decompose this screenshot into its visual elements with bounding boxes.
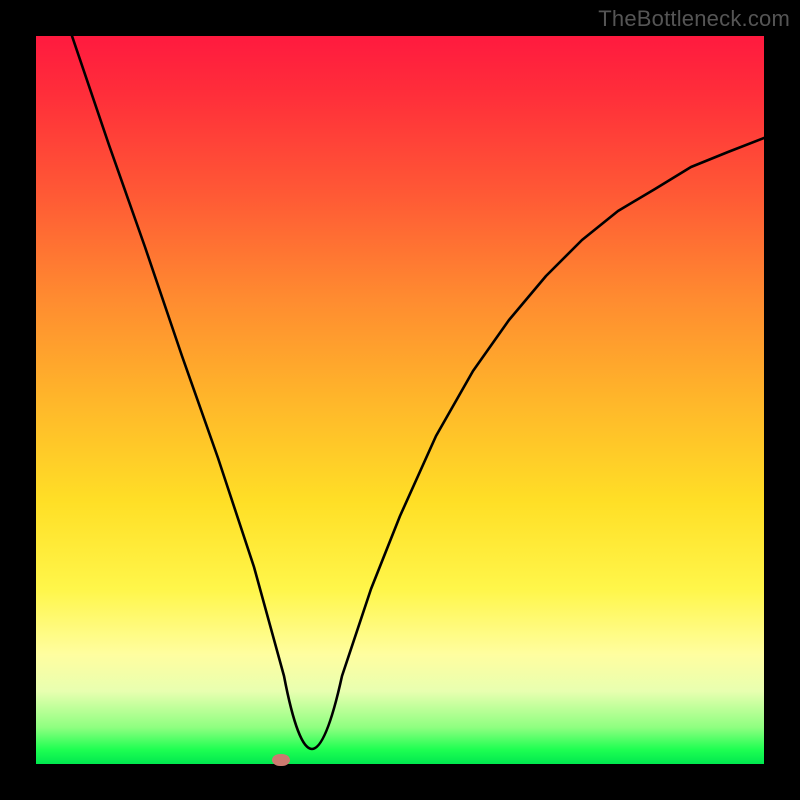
chart-frame: TheBottleneck.com: [0, 0, 800, 800]
watermark-text: TheBottleneck.com: [598, 6, 790, 32]
curve-path: [72, 36, 764, 749]
minimum-point-marker: [272, 754, 290, 766]
bottleneck-curve: [36, 36, 764, 764]
plot-area: [36, 36, 764, 764]
